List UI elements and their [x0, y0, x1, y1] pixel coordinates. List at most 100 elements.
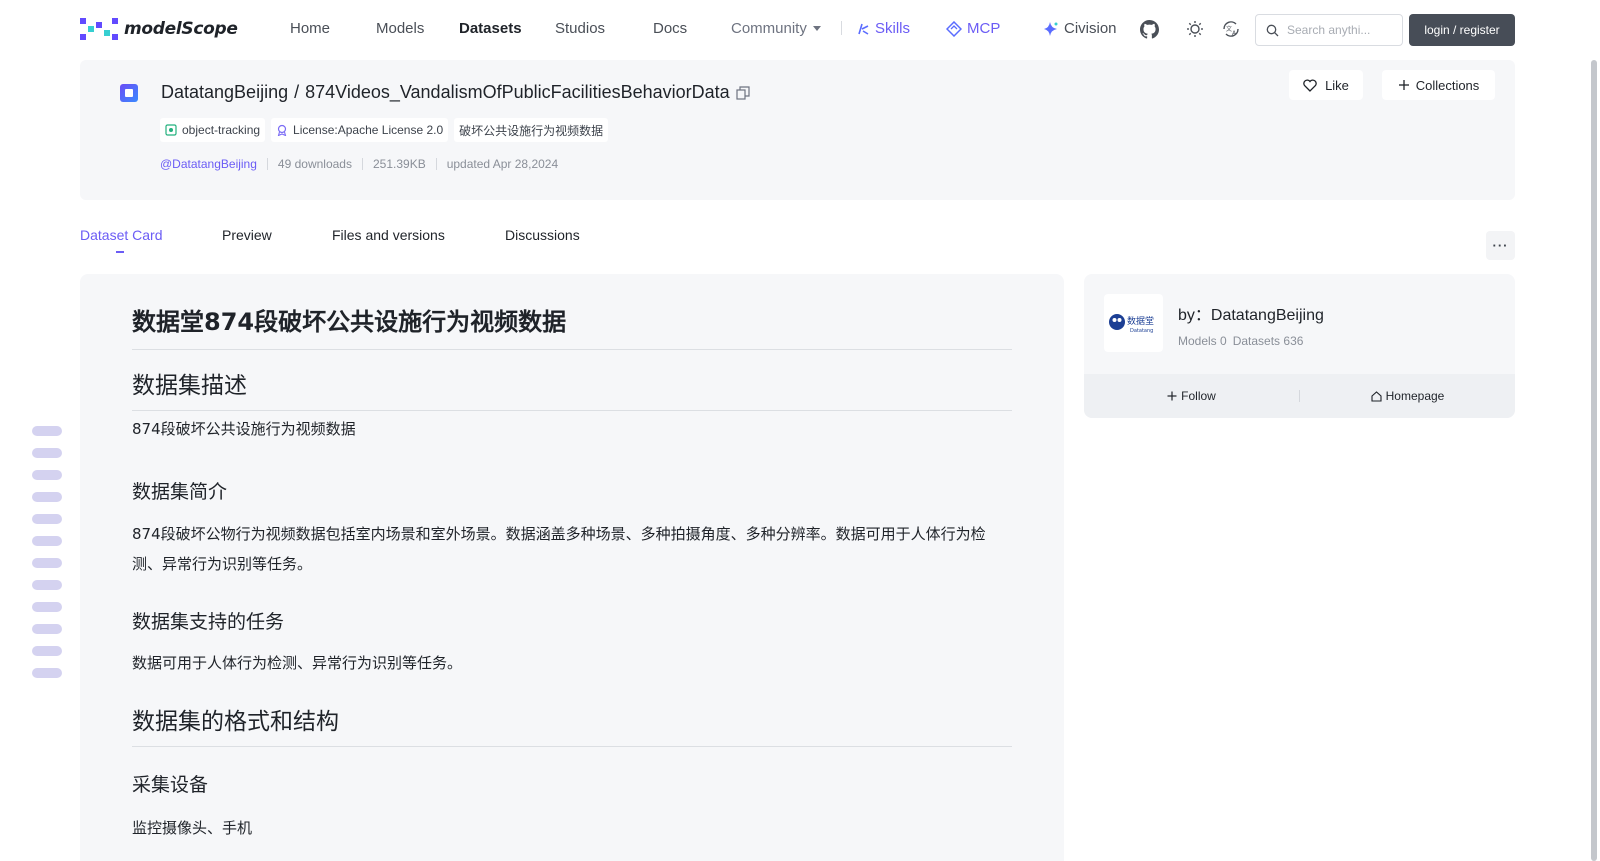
object-tracking-icon — [165, 124, 177, 136]
plus-icon — [1167, 391, 1177, 401]
tab-dataset-card[interactable]: Dataset Card — [80, 227, 162, 243]
nav-mcp-label: MCP — [967, 20, 1001, 37]
outline-navigator — [32, 426, 62, 690]
outline-item[interactable] — [32, 536, 62, 546]
more-options-button[interactable]: ··· — [1486, 231, 1515, 260]
page-scrollbar[interactable] — [1591, 60, 1597, 861]
outline-item[interactable] — [32, 624, 62, 634]
paragraph-device: 监控摄像头、手机 — [132, 819, 253, 837]
author-card: 数据堂 Datatang by：DatatangBeijing Models 0… — [1084, 274, 1515, 418]
tab-preview[interactable]: Preview — [222, 227, 272, 243]
tag-license[interactable]: License:Apache License 2.0 — [271, 118, 449, 142]
tab-files-and-versions[interactable]: Files and versions — [332, 227, 445, 243]
meta-divider — [361, 158, 363, 170]
logo-text: modelScope — [124, 19, 238, 39]
paragraph-tasks: 数据可用于人体行为检测、异常行为识别等任务。 — [132, 654, 463, 672]
avatar-text: 数据堂 — [1127, 315, 1154, 327]
tag-task-label: object-tracking — [182, 123, 261, 137]
nav-studios[interactable]: Studios — [555, 20, 605, 37]
heading-intro: 数据集简介 — [132, 481, 228, 503]
outline-item[interactable] — [32, 668, 62, 678]
nav-home[interactable]: Home — [290, 20, 330, 37]
author-handle-link[interactable]: @DatatangBeijing — [160, 157, 257, 171]
nav-skills-label: Skills — [875, 20, 911, 37]
github-icon[interactable] — [1139, 19, 1159, 39]
license-icon — [277, 124, 287, 136]
homepage-button[interactable]: Homepage — [1300, 389, 1515, 403]
readme-title: 数据堂874段破坏公共设施行为视频数据 — [132, 302, 1012, 350]
dataset-title: DatatangBeijing / 874Videos_VandalismOfP… — [161, 82, 750, 103]
outline-item[interactable] — [32, 448, 62, 458]
updated-date: updated Apr 28,2024 — [446, 157, 559, 171]
language-icon[interactable]: 文A — [1221, 19, 1241, 39]
copy-icon[interactable] — [736, 85, 750, 100]
like-button[interactable]: Like — [1289, 70, 1363, 100]
follow-button[interactable]: Follow — [1084, 389, 1299, 403]
author-models-count: Models 0 — [1178, 334, 1227, 348]
like-label: Like — [1325, 77, 1349, 93]
tag-topic-label: 破坏公共设施行为视频数据 — [459, 123, 604, 138]
homepage-label: Homepage — [1385, 389, 1445, 403]
author-actions: Follow Homepage — [1084, 374, 1515, 418]
sparkle-icon — [1044, 21, 1058, 36]
author-datasets-count: Datasets 636 — [1232, 334, 1304, 348]
theme-toggle-icon[interactable] — [1185, 19, 1205, 39]
meta-divider — [266, 158, 268, 170]
nav-civision[interactable]: Civision — [1043, 20, 1117, 37]
nav-docs[interactable]: Docs — [653, 20, 687, 37]
nav-mcp[interactable]: MCP — [946, 20, 1000, 37]
nav-models[interactable]: Models — [376, 20, 424, 37]
outline-item[interactable] — [32, 426, 62, 436]
tag-task[interactable]: object-tracking — [160, 118, 266, 142]
tag-topic[interactable]: 破坏公共设施行为视频数据 — [454, 118, 609, 142]
tab-discussions[interactable]: Discussions — [505, 227, 580, 243]
outline-item[interactable] — [32, 602, 62, 612]
search-input[interactable] — [1287, 23, 1397, 37]
dataset-size: 251.39KB — [372, 157, 426, 171]
dataset-owner-link[interactable]: DatatangBeijing — [161, 82, 288, 103]
dataset-logo-icon — [120, 84, 138, 102]
follow-label: Follow — [1181, 389, 1216, 403]
dataset-card-content: 数据堂874段破坏公共设施行为视频数据 数据集描述 874段破坏公共设施行为视频… — [80, 274, 1064, 861]
top-navigation: modelScope Home Models Datasets Studios … — [0, 0, 1600, 58]
home-icon — [1371, 390, 1382, 402]
heading-device: 采集设备 — [132, 774, 209, 796]
datatang-logo-icon: 数据堂 Datatang — [1108, 314, 1154, 334]
heading-format: 数据集的格式和结构 — [132, 702, 1012, 747]
nav-datasets[interactable]: Datasets — [459, 20, 522, 37]
heart-icon — [1303, 78, 1317, 92]
outline-item[interactable] — [32, 514, 62, 524]
nav-civision-label: Civision — [1064, 20, 1117, 37]
dataset-tags: object-tracking License:Apache License 2… — [160, 118, 609, 142]
paragraph-description: 874段破坏公共设施行为视频数据 — [132, 420, 356, 438]
author-stats: Models 0 Datasets 636 — [1178, 334, 1303, 348]
title-slash: / — [294, 82, 300, 102]
nav-skills[interactable]: Skills — [856, 20, 910, 37]
dataset-name: 874Videos_VandalismOfPublicFacilitiesBeh… — [305, 82, 730, 102]
dataset-header: DatatangBeijing / 874Videos_VandalismOfP… — [80, 60, 1515, 200]
mcp-icon — [946, 20, 962, 37]
collections-button[interactable]: Collections — [1382, 70, 1495, 100]
avatar-subtext: Datatang — [1130, 328, 1153, 334]
outline-item[interactable] — [32, 646, 62, 656]
search-box[interactable] — [1255, 14, 1403, 46]
outline-item[interactable] — [32, 470, 62, 480]
modelscope-logo[interactable]: modelScope — [80, 18, 238, 40]
nav-divider — [841, 21, 842, 35]
logo-mark-icon — [80, 18, 118, 40]
author-name[interactable]: by：DatatangBeijing — [1178, 301, 1324, 325]
nav-community[interactable]: Community — [731, 20, 822, 37]
collections-label: Collections — [1415, 77, 1480, 93]
heading-description: 数据集描述 — [132, 366, 1012, 411]
tag-license-label: License:Apache License 2.0 — [293, 123, 444, 137]
outline-item[interactable] — [32, 492, 62, 502]
paragraph-intro: 874段破坏公物行为视频数据包括室内场景和室外场景。数据涵盖多种场景、多种拍摄角… — [132, 525, 986, 573]
outline-item[interactable] — [32, 580, 62, 590]
outline-item[interactable] — [32, 558, 62, 568]
login-register-button[interactable]: login / register — [1409, 14, 1515, 46]
dataset-meta: @DatatangBeijing 49 downloads 251.39KB u… — [160, 157, 558, 171]
skills-icon — [858, 23, 869, 35]
caret-down-icon — [812, 25, 821, 31]
author-avatar[interactable]: 数据堂 Datatang — [1104, 294, 1163, 352]
downloads-count: 49 downloads — [277, 157, 352, 171]
